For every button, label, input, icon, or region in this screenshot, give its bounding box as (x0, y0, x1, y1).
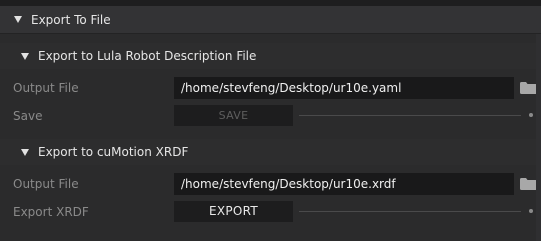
lula-save-label: Save (13, 109, 43, 123)
lula-output-file-field[interactable]: /home/stevfeng/Desktop/ur10e.yaml (174, 77, 514, 99)
lula-section-title: Export to Lula Robot Description File (38, 49, 257, 63)
export-to-file-title: Export To File (31, 13, 111, 27)
cumotion-section-header[interactable]: Export to cuMotion XRDF (0, 139, 541, 165)
save-row-divider (299, 115, 521, 116)
triangle-down-icon[interactable] (21, 149, 29, 156)
export-button[interactable]: EXPORT (174, 201, 293, 222)
folder-icon[interactable] (520, 82, 537, 94)
cumotion-output-file-label: Output File (13, 177, 79, 191)
lula-output-file-label: Output File (13, 81, 79, 95)
scrollbar-track[interactable] (536, 34, 541, 241)
export-to-file-header[interactable]: Export To File (0, 6, 541, 34)
save-row-dot (529, 113, 533, 117)
cumotion-output-file-field[interactable]: /home/stevfeng/Desktop/ur10e.xrdf (174, 173, 514, 195)
export-row-dot (529, 209, 533, 213)
lula-section-header[interactable]: Export to Lula Robot Description File (0, 43, 541, 69)
export-row-divider (299, 211, 521, 212)
folder-icon[interactable] (520, 178, 537, 190)
triangle-down-icon[interactable] (14, 16, 22, 23)
cumotion-section-title: Export to cuMotion XRDF (38, 145, 189, 159)
export-xrdf-label: Export XRDF (13, 205, 89, 219)
save-button[interactable]: SAVE (174, 105, 293, 126)
triangle-down-icon[interactable] (21, 53, 29, 60)
export-panel: Export To File Export to Lula Robot Desc… (0, 0, 541, 241)
